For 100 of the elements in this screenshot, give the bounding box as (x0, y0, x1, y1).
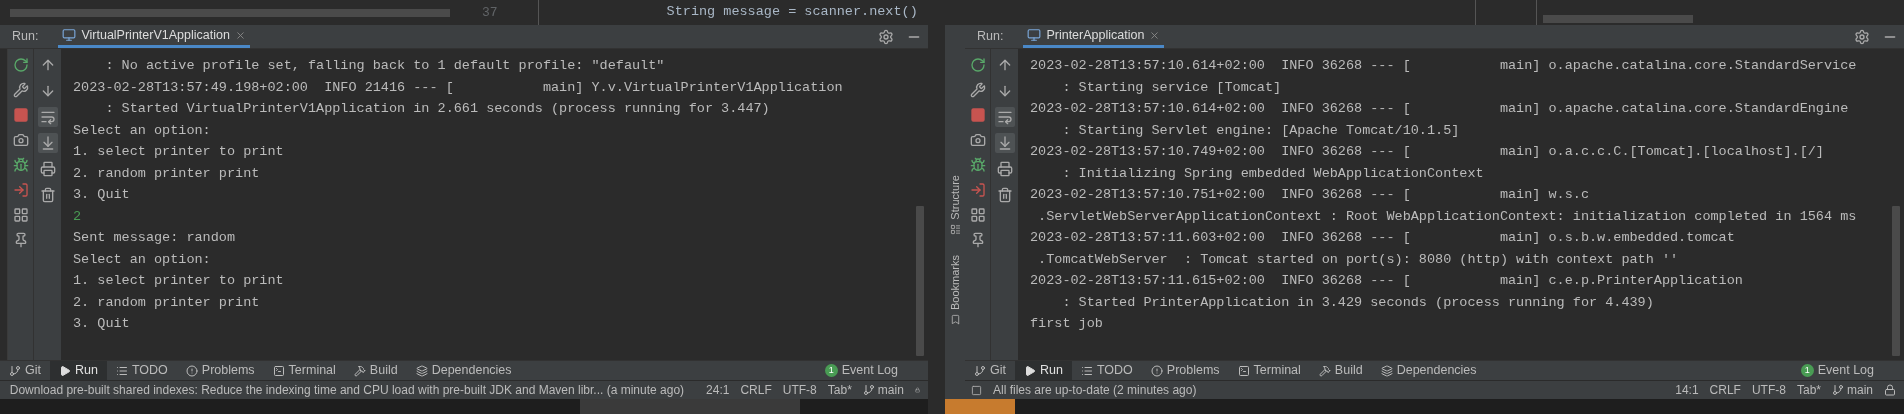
status-message: Download pre-built shared indexes: Reduce the indexing time and CPU load with pre-built JDK and Maven libr... (a minute ago) (9, 382, 685, 399)
print-icon[interactable] (996, 161, 1013, 177)
scroll-to-end-toggle[interactable] (994, 133, 1015, 153)
bug-icon[interactable] (969, 157, 986, 173)
console-line: 2023-02-28T13:57:10.614+02:00 INFO 36268 --- [ main] o.apache.catalina.core.StandardService (1030, 57, 1857, 75)
terminal-icon (272, 364, 285, 377)
indent-setting[interactable]: Tab* (827, 381, 852, 399)
stop-icon[interactable] (12, 107, 29, 123)
code-line: String message = scanner.next() (666, 3, 918, 22)
tool-tab[interactable]: TODO (1071, 361, 1142, 380)
tool-tab[interactable]: Git (965, 361, 1015, 380)
structure-icon (949, 223, 961, 235)
tool-tab[interactable]: Terminal (263, 361, 345, 380)
camera-icon[interactable] (969, 132, 986, 148)
scrollbar-thumb[interactable] (1543, 15, 1693, 23)
console-line: 1. select printer to print (73, 272, 284, 290)
scrollbar-thumb[interactable] (1892, 206, 1900, 356)
tool-tab[interactable]: Problems (1141, 361, 1229, 380)
trash-icon[interactable] (996, 187, 1013, 203)
status-message: All files are up-to-date (2 minutes ago) (993, 382, 1197, 399)
side-tab[interactable]: Bookmarks (946, 254, 964, 325)
console-line: 2. random printer print (73, 164, 260, 183)
exit-icon[interactable] (969, 182, 986, 198)
console-line: 3. Quit (73, 315, 130, 333)
run-label: Run: (12, 28, 39, 46)
tool-tab[interactable]: Terminal (1228, 361, 1310, 380)
panel-toggle-icon[interactable] (971, 384, 982, 396)
console-line: .TomcatWebServer : Tomcat started on port(s): 8080 (http) with context path '' (1037, 250, 1679, 269)
soft-wrap-toggle[interactable] (994, 107, 1015, 127)
console-line: : Initializing Spring embedded WebApplicationContext (1061, 164, 1484, 183)
line-separator[interactable]: CRLF (740, 381, 772, 399)
console-line: 2. random printer print (73, 293, 260, 312)
lock-icon[interactable] (914, 384, 920, 396)
layers-icon (1380, 364, 1393, 377)
console-line: 2023-02-28T13:57:11.615+02:00 INFO 36268 --- [ main] c.e.p.PrinterApplication (1030, 272, 1743, 290)
console-line: 2023-02-28T13:57:11.603+02:00 INFO 36268 --- [ main] o.s.b.w.embedded.tomcat (1030, 229, 1735, 247)
tool-tab[interactable]: Build (344, 361, 407, 380)
tool-tab[interactable]: Dependencies (1371, 361, 1486, 380)
branch-widget[interactable]: main (1832, 381, 1873, 399)
wrench-icon[interactable] (12, 82, 29, 98)
console-line: .ServletWebServerApplicationContext : Root WebApplicationContext: initialization completed in 1564 ms (1037, 207, 1857, 226)
settings-icon[interactable] (878, 28, 894, 45)
bug-icon[interactable] (12, 157, 29, 173)
indent-setting[interactable]: Tab* (1796, 381, 1821, 399)
branch-widget[interactable]: main (862, 381, 904, 399)
cursor-position[interactable]: 14:1 (1675, 381, 1699, 399)
event-log-button[interactable]: 1 Event Log (824, 361, 898, 380)
print-icon[interactable] (39, 161, 56, 177)
console-line: 2023-02-28T13:57:10.614+02:00 INFO 36268 --- [ main] o.apache.catalina.core.StandardEngine (1030, 100, 1849, 118)
soft-wrap-toggle[interactable] (37, 107, 58, 127)
console-line: Sent message: random (73, 229, 236, 247)
stop-icon[interactable] (969, 107, 986, 123)
camera-icon[interactable] (12, 132, 29, 148)
console-line: : Started PrinterApplication in 3.429 seconds (process running for 4.439) (1061, 293, 1654, 312)
layout-icon[interactable] (12, 207, 29, 223)
exit-icon[interactable] (12, 182, 29, 198)
monitor-icon (62, 28, 77, 42)
tool-tab[interactable]: Run (1015, 361, 1072, 380)
notification-badge: 1 (824, 364, 838, 377)
typed-text: 2 (73, 207, 82, 226)
rerun-icon[interactable] (969, 57, 986, 73)
console-line: 2023-02-28T13:57:10.751+02:00 INFO 36268 --- [ main] w.s.c (1030, 186, 1589, 204)
branch-icon (9, 364, 21, 377)
tool-tab[interactable]: TODO (106, 361, 177, 380)
alert-icon (185, 364, 198, 377)
event-log-button[interactable]: 1 Event Log (1800, 361, 1874, 380)
scroll-to-end-toggle[interactable] (37, 133, 58, 153)
console-line: 2023-02-28T13:57:10.749+02:00 INFO 36268 --- [ main] o.a.c.c.C.[Tomcat].[localhost].[/] (1030, 143, 1824, 161)
file-encoding[interactable]: UTF-8 (782, 381, 817, 399)
branch-icon (862, 384, 875, 396)
close-icon[interactable] (234, 29, 246, 41)
scrollbar-thumb[interactable] (10, 8, 450, 17)
close-icon[interactable] (1149, 29, 1161, 41)
hammer-icon (1318, 364, 1331, 377)
line-separator[interactable]: CRLF (1709, 381, 1741, 399)
console-line: : Starting Servlet engine: [Apache Tomcat/10.1.5] (1061, 121, 1460, 140)
console-line: Select an option: (73, 250, 211, 269)
scrollbar-thumb[interactable] (916, 206, 924, 356)
rerun-icon[interactable] (12, 57, 29, 73)
side-tab[interactable]: Structure (946, 175, 964, 235)
cursor-position[interactable]: 24:1 (706, 381, 730, 399)
tool-tab[interactable]: Dependencies (406, 361, 521, 380)
tool-tab[interactable]: Git (0, 361, 50, 380)
layout-icon[interactable] (969, 207, 986, 223)
wrench-icon[interactable] (969, 82, 986, 98)
lock-icon[interactable] (1884, 384, 1896, 396)
terminal-icon (1237, 364, 1250, 377)
settings-icon[interactable] (1854, 28, 1870, 45)
list-icon (115, 364, 128, 377)
tool-tab[interactable]: Run (50, 361, 107, 380)
play-icon (1024, 364, 1036, 377)
tool-tab[interactable]: Build (1309, 361, 1372, 380)
hammer-icon (353, 364, 366, 377)
layers-icon (415, 364, 428, 377)
line-number: 37 (482, 3, 498, 22)
run-label: Run: (977, 28, 1004, 46)
file-encoding[interactable]: UTF-8 (1751, 381, 1786, 399)
trash-icon[interactable] (39, 187, 56, 203)
console-line: 3. Quit (73, 186, 130, 204)
tool-tab[interactable]: Problems (176, 361, 264, 380)
